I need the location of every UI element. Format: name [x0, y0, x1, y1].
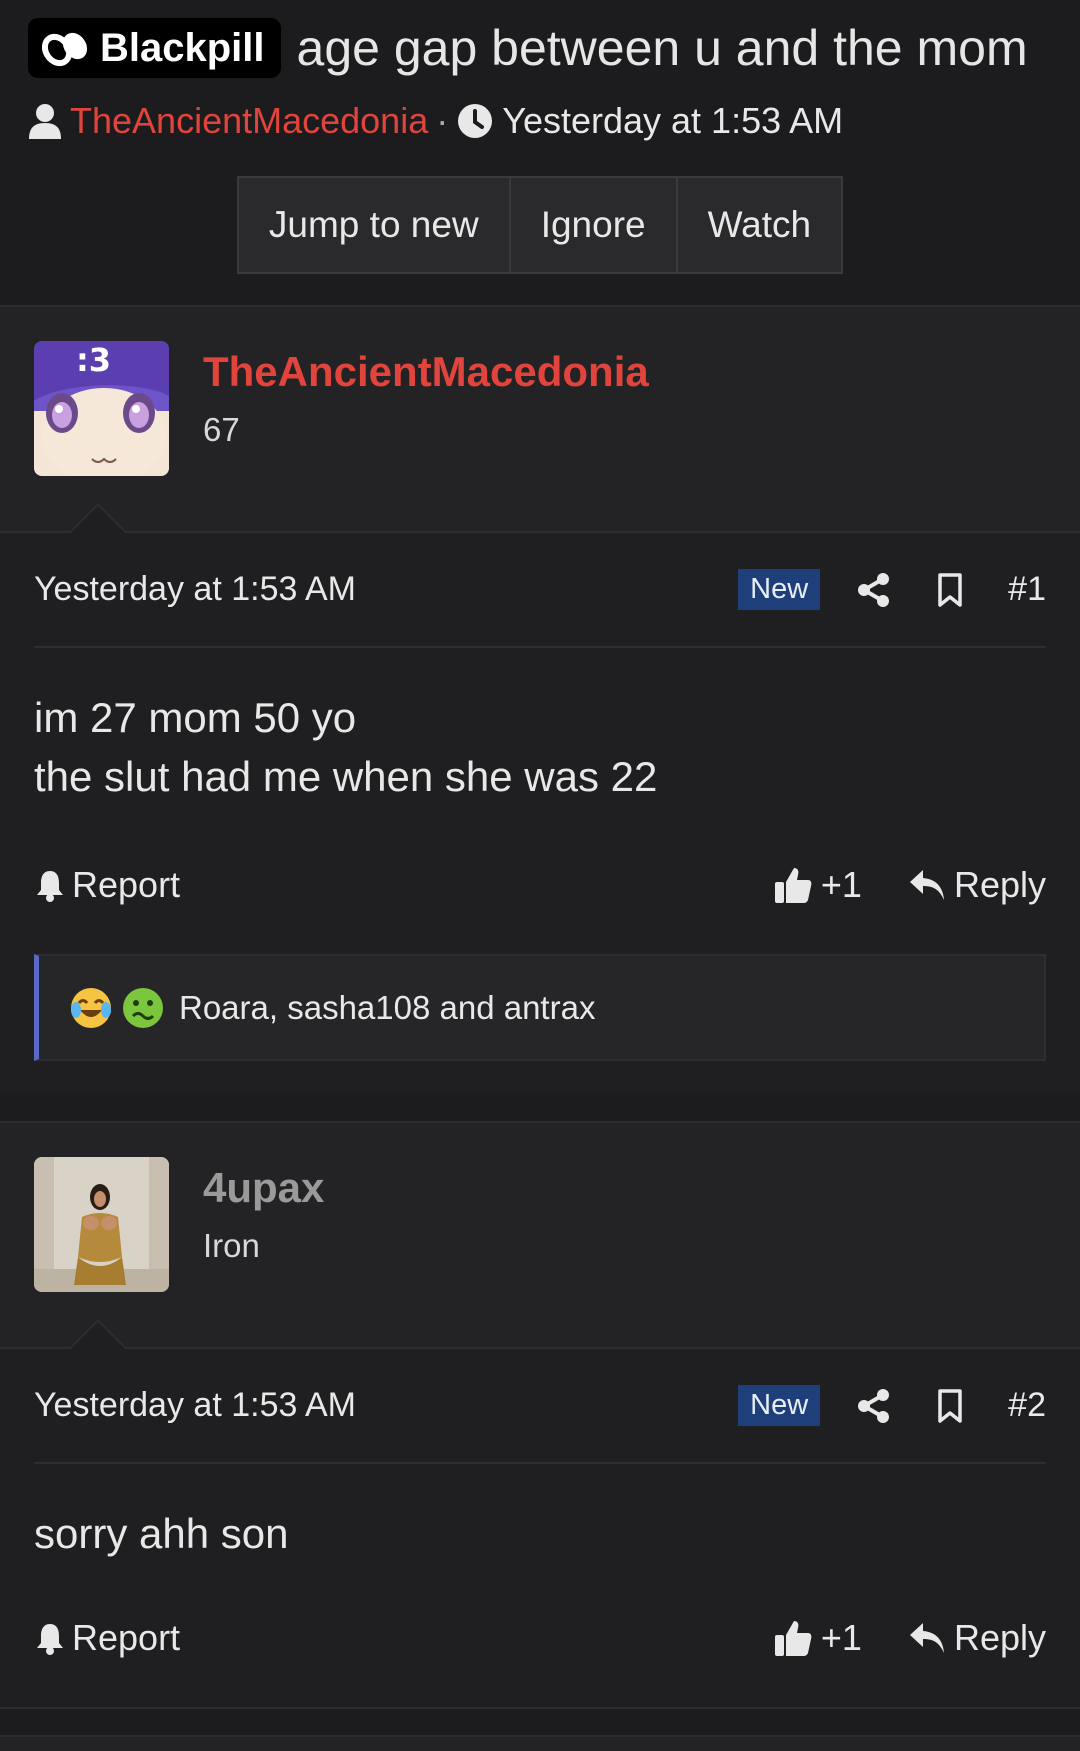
joy-emoji-icon [71, 987, 111, 1028]
post-meta: Yesterday at 1:53 AM New [34, 1349, 1046, 1464]
thread-header: Blackpill age gap between u and the mom … [0, 0, 1080, 305]
post-content: sorry ahh son [34, 1464, 1046, 1563]
post-user-block: 4upax Iron [0, 1123, 1080, 1350]
reply-button[interactable]: Reply [908, 1617, 1046, 1659]
share-icon[interactable] [856, 1388, 892, 1424]
avatar[interactable]: :3 [34, 341, 169, 476]
bookmark-icon[interactable] [932, 572, 968, 608]
bell-icon [37, 871, 63, 902]
post-gap [0, 1093, 1080, 1121]
post-body: Yesterday at 1:53 AM New [0, 1349, 1080, 1707]
reply-icon [909, 870, 944, 900]
report-label: Report [72, 864, 181, 905]
ignore-button[interactable]: Ignore [508, 176, 676, 274]
post-2: 4upax Iron Yesterday at 1:53 AM New #2 s… [0, 1121, 1080, 1707]
reactions-bar[interactable]: Roara, sasha108 and antrax [34, 954, 1046, 1061]
user-arrow [68, 503, 128, 534]
post-1: :3 TheAncientMacedonia 67 Yesterday at 1… [0, 305, 1080, 1093]
like-count: +1 [820, 864, 862, 905]
post-footer: Report +1 Reply [34, 1599, 1046, 1677]
post-user-block: :3 TheAncientMacedonia 67 [0, 307, 1080, 534]
like-button[interactable]: +1 [773, 1617, 862, 1659]
new-badge: New [738, 1385, 821, 1426]
like-count: +1 [820, 1617, 862, 1658]
user-arrow [68, 1319, 128, 1350]
jump-to-new-button[interactable]: Jump to new [236, 176, 509, 274]
post-actions: New #2 [738, 1385, 1046, 1426]
post-body: Yesterday at 1:53 AM New [0, 533, 1080, 1093]
sick-emoji-icon [123, 987, 163, 1028]
post-text-line: im 27 mom 50 yo [34, 694, 357, 741]
prefix-badge[interactable]: Blackpill [28, 18, 281, 78]
reply-button[interactable]: Reply [908, 864, 1046, 906]
thread-time-link[interactable]: Yesterday at 1:53 AM [502, 100, 843, 142]
avatar[interactable] [34, 1157, 169, 1292]
report-link[interactable]: Report [34, 1617, 180, 1659]
post-number-link[interactable]: #1 [1008, 570, 1046, 609]
reply-label: Reply [953, 1617, 1046, 1658]
post-spacer [34, 1061, 1046, 1093]
new-badge: New [738, 569, 821, 610]
thread-button-group: Jump to new Ignore Watch [28, 176, 1052, 274]
post-spacer [34, 1677, 1046, 1707]
clock-icon [458, 104, 493, 138]
like-button[interactable]: +1 [773, 864, 862, 906]
thumbs-up-icon [774, 1621, 812, 1656]
username-link[interactable]: 4upax [203, 1161, 324, 1215]
report-label: Report [72, 1617, 181, 1658]
avatar-text: :3 [76, 341, 111, 379]
post-actions: New #1 [738, 569, 1046, 610]
meta-separator: · [436, 100, 449, 141]
post-gap [0, 1707, 1080, 1735]
post-content: im 27 mom 50 yo the slut had me when she… [34, 648, 1046, 806]
reply-icon [909, 1623, 944, 1653]
thread-page: Blackpill age gap between u and the mom … [0, 0, 1080, 1751]
post-date-link[interactable]: Yesterday at 1:53 AM [34, 1386, 356, 1425]
reaction-users[interactable]: Roara, sasha108 and antrax [179, 989, 595, 1027]
post-meta: Yesterday at 1:53 AM New [34, 533, 1046, 648]
footer-actions: +1 Reply [773, 864, 1046, 906]
user-info: TheAncientMacedonia 67 [203, 341, 649, 449]
thread-author-link[interactable]: TheAncientMacedonia [70, 100, 428, 142]
watch-button[interactable]: Watch [675, 176, 844, 274]
username-link[interactable]: TheAncientMacedonia [203, 345, 649, 399]
title-line: Blackpill age gap between u and the mom [28, 18, 1052, 78]
thread-meta: TheAncientMacedonia · Yesterday at 1:53 … [28, 100, 1052, 142]
share-icon[interactable] [856, 572, 892, 608]
post-text-line: sorry ahh son [34, 1510, 289, 1557]
thread-title: age gap between u and the mom [296, 20, 1028, 76]
thumbs-up-icon [774, 868, 812, 903]
post-number-link[interactable]: #2 [1008, 1386, 1046, 1425]
post-text-line: the slut had me when she was 22 [34, 753, 658, 800]
pill-logo-icon [42, 32, 88, 67]
next-post-edge [0, 1735, 1080, 1751]
bookmark-icon[interactable] [932, 1388, 968, 1424]
bell-icon [37, 1624, 63, 1655]
post-footer: Report +1 Reply [34, 846, 1046, 924]
user-icon [28, 102, 62, 140]
user-info: 4upax Iron [203, 1157, 324, 1265]
reply-label: Reply [953, 864, 1046, 905]
report-link[interactable]: Report [34, 864, 180, 906]
prefix-label: Blackpill [100, 26, 265, 70]
user-title: Iron [203, 1227, 260, 1264]
post-date-link[interactable]: Yesterday at 1:53 AM [34, 570, 356, 609]
user-title: 67 [203, 411, 240, 448]
footer-actions: +1 Reply [773, 1617, 1046, 1659]
